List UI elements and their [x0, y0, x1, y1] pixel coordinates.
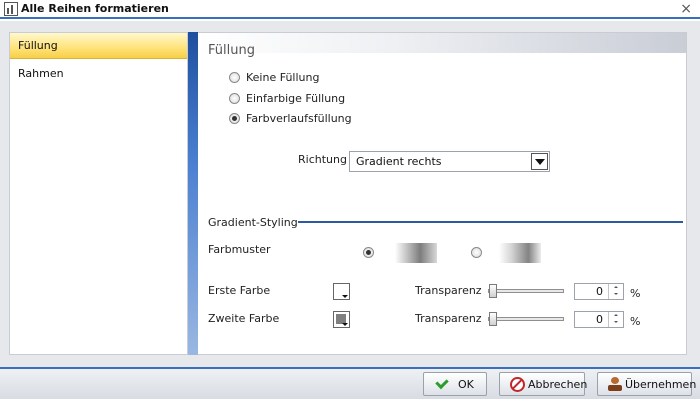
first-color-label: Erste Farbe	[208, 284, 271, 297]
cancel-button[interactable]: Abbrechen	[499, 372, 588, 396]
checkmark-icon	[434, 377, 449, 392]
first-transparency-label: Transparenz	[415, 284, 482, 297]
second-color-picker[interactable]	[333, 311, 350, 328]
ok-button[interactable]: OK	[423, 372, 487, 396]
cancel-button-label: Abbrechen	[528, 378, 588, 391]
second-transparency-stepper-buttons	[608, 312, 623, 327]
first-transparency-stepper[interactable]: 0	[574, 283, 624, 300]
second-transparency-slider-thumb[interactable]	[489, 312, 497, 326]
radio-solid-fill-label: Einfarbige Füllung	[246, 92, 346, 105]
sidebar-item-label: Rahmen	[18, 67, 64, 80]
first-transparency-value: 0	[596, 285, 603, 298]
gradient-pattern-swatch-1[interactable]	[395, 243, 437, 263]
direction-label: Richtung	[298, 153, 347, 166]
second-color-label: Zweite Farbe	[208, 312, 280, 325]
sidebar-item-fill[interactable]: Füllung	[10, 33, 187, 59]
second-transparency-slider[interactable]	[488, 317, 564, 321]
second-transparency-unit: %	[630, 315, 641, 328]
second-transparency-value: 0	[596, 313, 603, 326]
color-pattern-label: Farbmuster	[208, 243, 271, 256]
sidebar-accent-strip	[188, 32, 198, 355]
gradient-styling-title: Gradient-Styling	[208, 216, 298, 229]
radio-no-fill-label: Keine Füllung	[246, 71, 320, 84]
chart-icon	[4, 2, 18, 16]
radio-no-fill[interactable]	[229, 72, 240, 83]
decrement-icon[interactable]	[609, 319, 623, 326]
sidebar: Füllung Rahmen	[9, 32, 188, 355]
apply-button[interactable]: Übernehmen	[597, 372, 696, 396]
direction-select-value: Gradient rechts	[356, 155, 442, 168]
dialog-body: Füllung Rahmen Füllung Keine Füllung Ein…	[0, 21, 700, 369]
section-title: Füllung	[208, 43, 255, 58]
radio-gradient-fill[interactable]	[229, 113, 240, 124]
second-transparency-label: Transparenz	[415, 312, 482, 325]
sidebar-item-border[interactable]: Rahmen	[10, 61, 187, 87]
second-color-swatch	[336, 314, 346, 324]
first-transparency-slider-thumb[interactable]	[489, 284, 497, 298]
direction-select[interactable]: Gradient rechts	[349, 151, 550, 172]
gradient-pattern-swatch-2[interactable]	[499, 243, 541, 263]
radio-gradient-fill-label: Farbverlaufsfüllung	[246, 112, 352, 125]
no-entry-icon	[510, 377, 525, 392]
first-transparency-unit: %	[630, 287, 641, 300]
content-header	[198, 33, 686, 53]
close-icon[interactable]: ×	[680, 1, 692, 17]
decrement-icon[interactable]	[609, 291, 623, 298]
radio-solid-fill[interactable]	[229, 93, 240, 104]
increment-icon[interactable]	[609, 312, 623, 319]
radio-pattern-1[interactable]	[363, 247, 374, 258]
window-title: Alle Reihen formatieren	[21, 2, 169, 15]
first-color-picker[interactable]	[333, 283, 350, 300]
dialog-footer: OK Abbrechen Übernehmen	[0, 369, 700, 399]
stamp-icon	[608, 377, 623, 392]
title-bar: Alle Reihen formatieren ×	[0, 0, 700, 19]
increment-icon[interactable]	[609, 284, 623, 291]
apply-button-label: Übernehmen	[625, 378, 697, 391]
content-panel: Füllung Keine Füllung Einfarbige Füllung…	[198, 32, 687, 355]
first-transparency-slider[interactable]	[488, 289, 564, 293]
ok-button-label: OK	[458, 378, 474, 391]
sidebar-item-label: Füllung	[18, 39, 58, 52]
second-transparency-stepper[interactable]: 0	[574, 311, 624, 328]
first-color-swatch	[336, 286, 346, 296]
radio-pattern-2[interactable]	[471, 247, 482, 258]
first-transparency-stepper-buttons	[608, 284, 623, 299]
gradient-styling-divider	[298, 221, 683, 223]
chevron-down-icon[interactable]	[531, 153, 548, 170]
